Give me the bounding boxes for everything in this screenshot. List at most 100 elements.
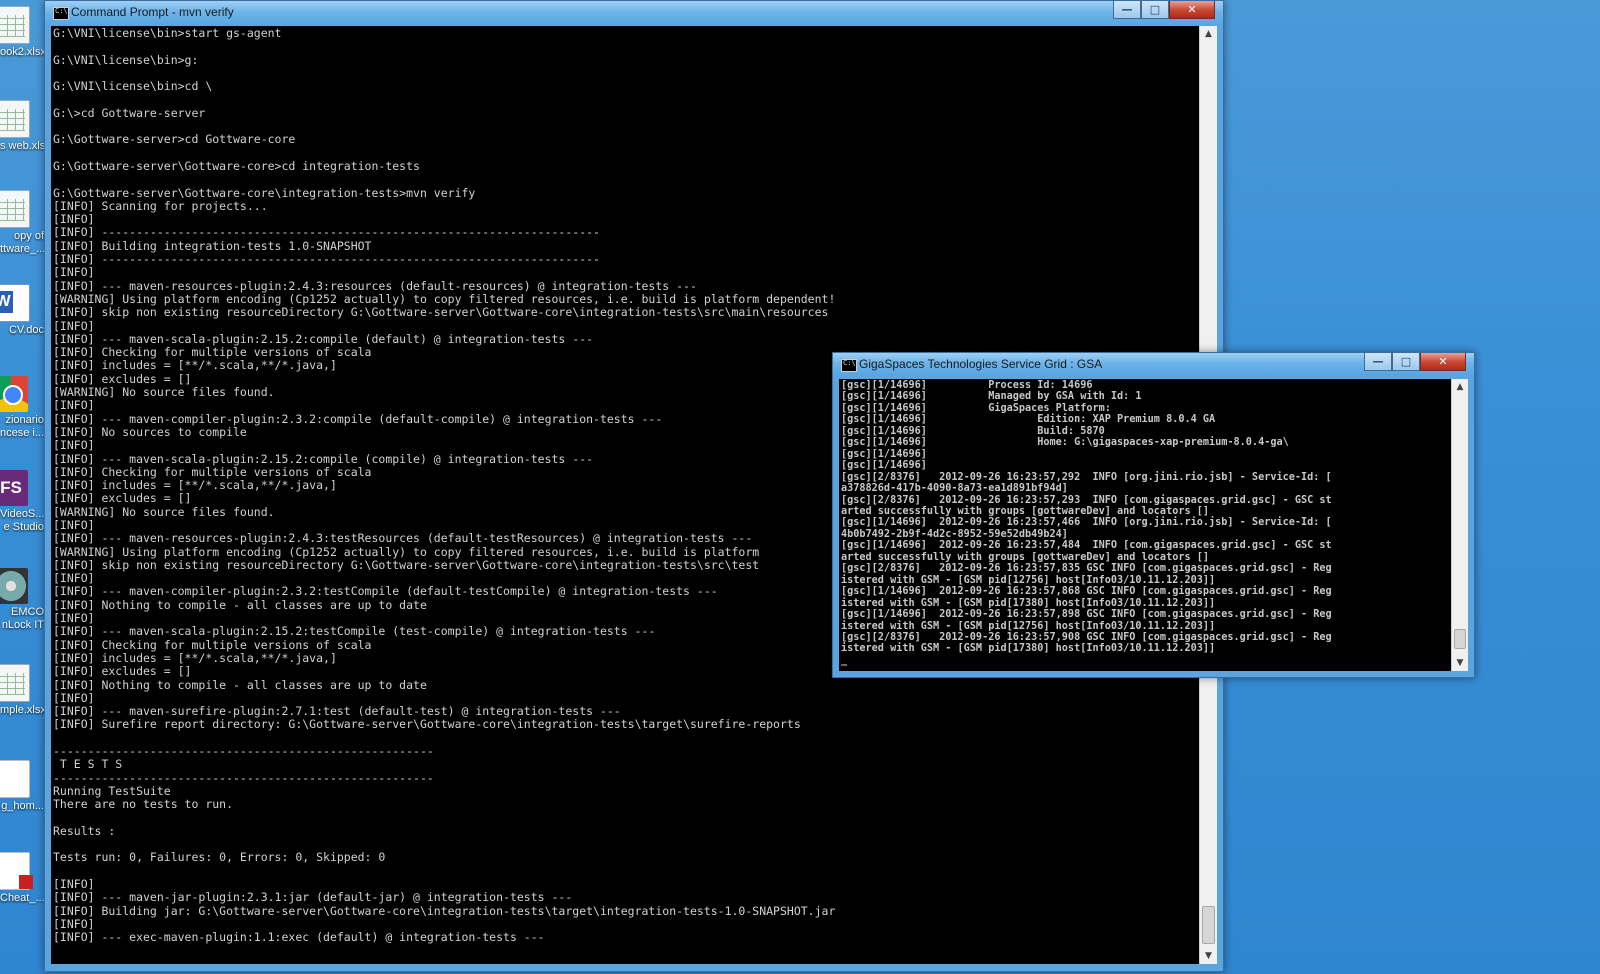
desktop-icon-videostudio[interactable]: FS VideoS... e Studio (0, 470, 46, 534)
cmd-console-line: [INFO] --- maven-scala-plugin:2.15.2:com… (53, 331, 594, 346)
desktop-icon-cheat[interactable]: Cheat_... (0, 852, 46, 905)
gsa-console-line: [gsc][1/14696] Edition: XAP Premium 8.0.… (841, 414, 1216, 426)
gsa-maximize-button[interactable]: □ (1392, 353, 1420, 371)
chrome-icon (0, 376, 28, 412)
desktop-icon-label: EMCO (11, 606, 44, 618)
cmd-console-line: [INFO] --- exec-maven-plugin:1.1:exec (d… (53, 930, 545, 945)
cmd-close-button[interactable]: ✕ (1169, 1, 1215, 19)
cmd-console-line: [INFO] (53, 690, 95, 705)
cmd-title-bar[interactable]: Command Prompt - mvn verify (45, 1, 1223, 25)
fs-app-icon: FS (0, 470, 28, 506)
gsa-console-line: [gsc][1/14696] Managed by GSA with Id: 1 (841, 391, 1142, 403)
cmd-console-line: [INFO] (53, 877, 95, 891)
cmd-console-line: There are no tests to run. (53, 797, 234, 812)
gsa-console-line: arted successfully with groups [gottware… (841, 551, 1210, 563)
gsa-console-line: istered with GSM - [GSM pid[12756] host[… (841, 574, 1216, 586)
desktop-icon-emco[interactable]: EMCO nLock IT (0, 568, 46, 632)
desktop-icon-book2[interactable]: ook2.xlsx (0, 6, 46, 59)
cmd-console-line: Tests run: 0, Failures: 0, Errors: 0, Sk… (53, 850, 386, 865)
desktop-icon-label: s web.xls (0, 140, 44, 152)
cmd-console-line (53, 67, 1197, 80)
pdf-file-icon (0, 852, 33, 890)
desktop-icon-web-xls[interactable]: s web.xls (0, 100, 46, 153)
cmd-console-line: G:\Gottware-server>cd Gottware-core (53, 132, 296, 147)
desktop-icon-copy-of[interactable]: opy of ttware_... (0, 190, 46, 256)
cmd-console-line: [INFO] (53, 916, 95, 931)
cmd-console-line: G:\VNI\license\bin>start gs-agent (53, 26, 282, 40)
desktop-icon-dizionario[interactable]: zionario ncese i... (0, 376, 46, 440)
gsa-console-line: [gsc][1/14696] Build: 5870 (841, 425, 1105, 437)
cmd-minimize-button[interactable]: — (1113, 1, 1141, 19)
gsa-console-line: istered with GSM - [GSM pid[12756] host[… (841, 620, 1216, 632)
gsa-console-line: [gsc][1/14696] Process Id: 14696 (841, 380, 1093, 391)
cmd-console-line: G:\>cd Gottware-server (53, 105, 206, 120)
cmd-app-icon (53, 7, 69, 20)
gsa-console-line: [gsc][1/14696] 2012-09-26 16:23:57,868 G… (841, 586, 1332, 598)
cmd-console-line (53, 173, 1197, 186)
cmd-console-line: G:\VNI\license\bin>g: (53, 52, 199, 67)
gsa-window[interactable]: GigaSpaces Technologies Service Grid : G… (832, 352, 1475, 678)
gsa-console-line: [gsc][2/8376] 2012-09-26 16:23:57,908 GS… (841, 631, 1332, 643)
desktop-icon-label: CV.doc (8, 324, 44, 336)
cmd-console-line (53, 93, 1197, 106)
blank-file-icon (0, 760, 30, 798)
cmd-console-line (53, 40, 1197, 53)
desktop-icon-label: VideoS... (0, 508, 44, 520)
desktop-icon-cv-doc[interactable]: CV.doc (0, 284, 46, 337)
desktop-icon-label: Cheat_... (0, 892, 44, 904)
excel-file-icon (0, 6, 30, 44)
cmd-console-line (53, 147, 1197, 160)
gsa-console-line: [gsc][1/14696] (841, 448, 927, 460)
desktop-icon-label: zionario (5, 414, 44, 426)
cmd-scroll-down-button[interactable]: ▼ (1200, 948, 1217, 964)
cmd-console-line (53, 865, 1197, 878)
desktop-icon-sample-xlsx[interactable]: mple.xlsx (0, 664, 46, 717)
gsa-console-line: [gsc][1/14696] 2012-09-26 16:23:57,898 G… (841, 609, 1332, 621)
gsa-console-line: [gsc][1/14696] GigaSpaces Platform: (841, 402, 1111, 414)
desktop-icon-label-2: nLock IT (1, 619, 44, 631)
cmd-console-line: Running TestSuite (53, 783, 171, 798)
gsa-console-text: [gsc][1/14696] Process Id: 14696 [gsc][1/… (839, 379, 1451, 667)
cmd-console-line: G:\VNI\license\bin>cd \ (53, 79, 213, 94)
cmd-console-line: [WARNING] Using platform encoding (Cp125… (53, 291, 836, 306)
cmd-console-line: [INFO] skip non existing resourceDirecto… (53, 305, 829, 320)
cmd-console-line: [INFO] --- maven-jar-plugin:2.3.1:jar (d… (53, 890, 573, 905)
gsa-app-icon (841, 359, 857, 372)
desktop-icon-g-hom[interactable]: g_hom... (0, 760, 46, 813)
gsa-close-button[interactable]: ✕ (1420, 353, 1466, 371)
gsa-minimize-button[interactable]: — (1364, 353, 1392, 371)
cmd-console-line: [INFO] Scanning for projects... (53, 198, 268, 213)
cmd-console-line: [INFO] Building jar: G:\Gottware-server\… (53, 903, 836, 918)
cmd-console-line: ----------------------------------------… (53, 744, 434, 759)
gsa-window-controls: — □ ✕ (1364, 353, 1466, 371)
gsa-console-line: istered with GSM - [GSM pid[17380] host[… (841, 597, 1216, 609)
cmd-console-line: [INFO] Nothing to compile - all classes … (53, 677, 427, 692)
gsa-scroll-thumb[interactable] (1454, 629, 1466, 649)
gsa-console-line: [gsc][2/8376] 2012-09-26 16:23:57,835 GS… (841, 563, 1332, 575)
excel-file-icon (0, 664, 30, 702)
cmd-scroll-up-button[interactable]: ▲ (1200, 26, 1217, 42)
cmd-console-line: ----------------------------------------… (53, 770, 434, 785)
excel-file-icon (0, 190, 30, 228)
cmd-window-controls: — □ ✕ (1113, 1, 1215, 19)
gsa-console-line: [gsc][1/14696] Home: G:\gigaspaces-xap-p… (841, 437, 1289, 449)
gsa-vertical-scrollbar[interactable]: ▲ ▼ (1451, 379, 1468, 671)
gsa-scroll-up-button[interactable]: ▲ (1452, 379, 1468, 395)
gsa-window-title: GigaSpaces Technologies Service Grid : G… (859, 357, 1103, 371)
cmd-console-line (53, 838, 1197, 851)
desktop-icon-label: mple.xlsx (0, 704, 44, 716)
gsa-scroll-down-button[interactable]: ▼ (1452, 655, 1468, 671)
gsa-console-line: [gsc][2/8376] 2012-09-26 16:23:57,293 IN… (841, 494, 1332, 506)
gsa-console-output[interactable]: [gsc][1/14696] Process Id: 14696 [gsc][1/… (839, 379, 1451, 671)
cmd-console-line: [INFO] (53, 212, 95, 227)
cmd-maximize-button[interactable]: □ (1141, 1, 1169, 19)
cmd-console-line: [INFO] Building integration-tests 1.0-SN… (53, 238, 372, 253)
cmd-console-line: T E S T S (53, 757, 123, 772)
cmd-console-line: Results : (53, 823, 116, 838)
gsa-console-line: 4b0b7492-2b9f-4d2c-8952-59e52db49b24] (841, 528, 1068, 540)
cmd-console-line: [INFO] --- maven-resources-plugin:2.4.3:… (53, 278, 697, 293)
gsa-console-line: a378826d-417b-4090-8a73-ea1d891bf94d] (841, 483, 1068, 495)
cmd-scroll-thumb[interactable] (1202, 906, 1215, 944)
desktop-icons: ook2.xlsx s web.xls opy of ttware_... CV… (0, 0, 46, 974)
gsa-console-line: [gsc][1/14696] (841, 460, 927, 472)
